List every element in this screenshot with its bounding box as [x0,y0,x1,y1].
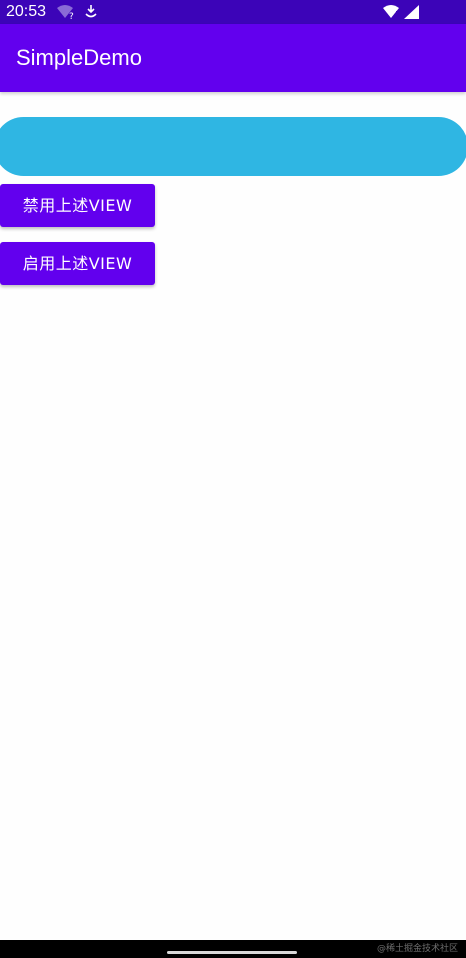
navigation-bar: @稀土掘金技术社区 [0,940,466,958]
wifi-question-icon: ? [57,5,74,20]
watermark: @稀土掘金技术社区 [376,944,458,954]
cellular-signal-icon [404,5,419,19]
status-bar: 20:53 ? [0,0,466,24]
enable-view-button[interactable]: 启用上述VIEW [0,242,155,285]
status-time: 20:53 [6,3,47,20]
app-title: SimpleDemo [16,45,142,70]
wifi-exclamation-icon [383,5,399,19]
home-handle[interactable] [167,951,297,954]
custom-pill-view[interactable] [0,117,466,176]
download-icon [85,5,97,18]
disable-view-button[interactable]: 禁用上述VIEW [0,184,155,227]
app-bar: SimpleDemo [0,24,466,92]
svg-text:?: ? [69,12,74,20]
